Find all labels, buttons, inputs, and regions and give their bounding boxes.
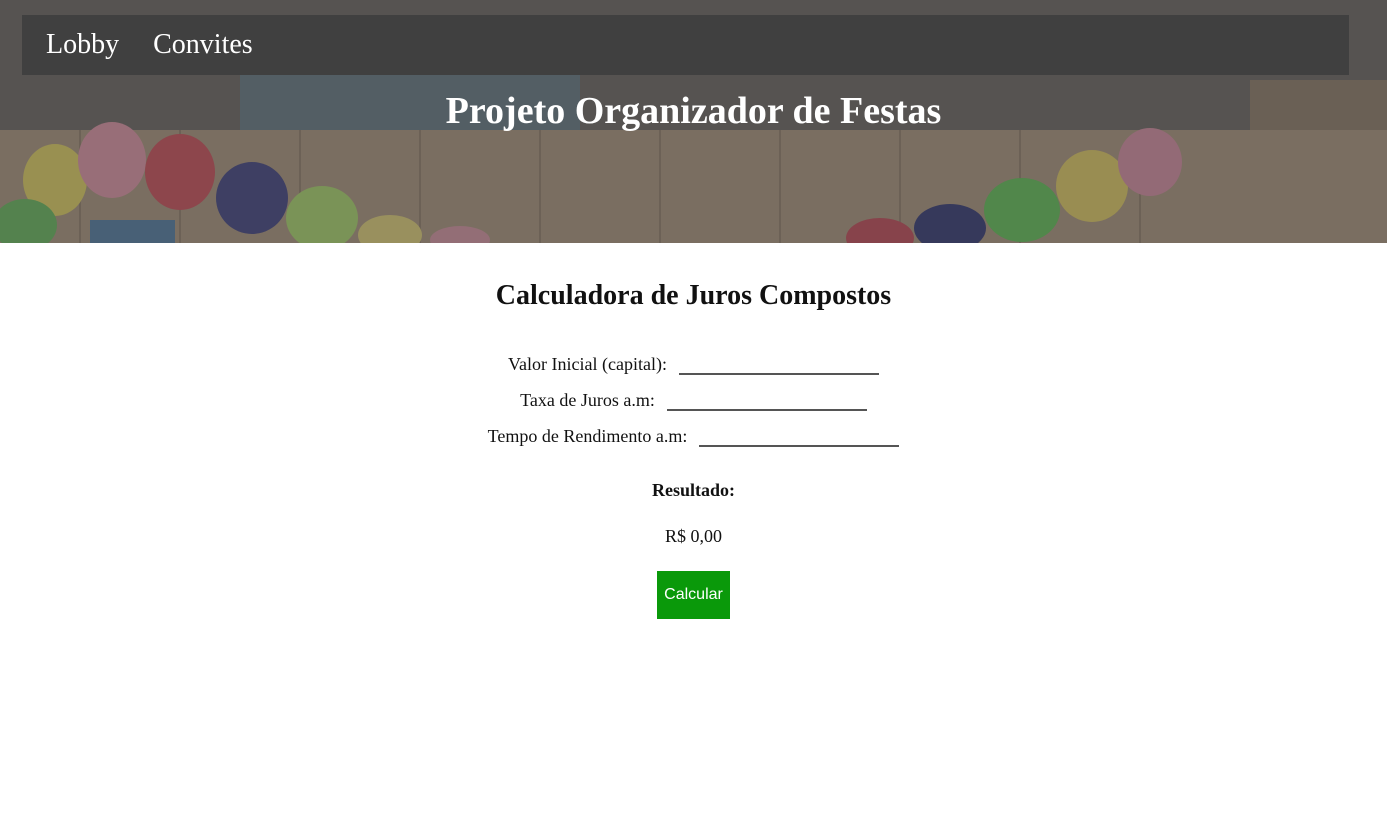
calculator-title: Calculadora de Juros Compostos <box>495 280 892 311</box>
form-row-tempo: Tempo de Rendimento a.m: <box>0 411 1387 447</box>
result-value: R$ 0,00 <box>664 526 722 546</box>
nav-link-lobby[interactable]: Lobby <box>46 31 119 59</box>
form-row-capital: Valor Inicial (capital): <box>0 339 1387 375</box>
interest-rate-input[interactable] <box>666 385 867 411</box>
site-title: Projeto Organizador de Festas <box>445 90 942 132</box>
calculate-button[interactable]: Calcular <box>657 571 730 619</box>
period-input[interactable] <box>699 421 900 447</box>
calculator-section: Calculadora de Juros Compostos Valor Ini… <box>0 279 1387 619</box>
nav-link-convites[interactable]: Convites <box>153 31 253 59</box>
result-label: Resultado: <box>651 480 735 500</box>
period-label: Tempo de Rendimento a.m: <box>487 426 688 446</box>
top-navbar: Lobby Convites <box>22 15 1349 75</box>
capital-label: Valor Inicial (capital): <box>508 354 667 374</box>
hero-banner: Lobby Convites Projeto Organizador de Fe… <box>0 0 1387 243</box>
calculator-form: Valor Inicial (capital): Taxa de Juros a… <box>0 339 1387 447</box>
capital-input[interactable] <box>678 349 879 375</box>
interest-rate-label: Taxa de Juros a.m: <box>520 390 655 410</box>
form-row-taxa: Taxa de Juros a.m: <box>0 375 1387 411</box>
